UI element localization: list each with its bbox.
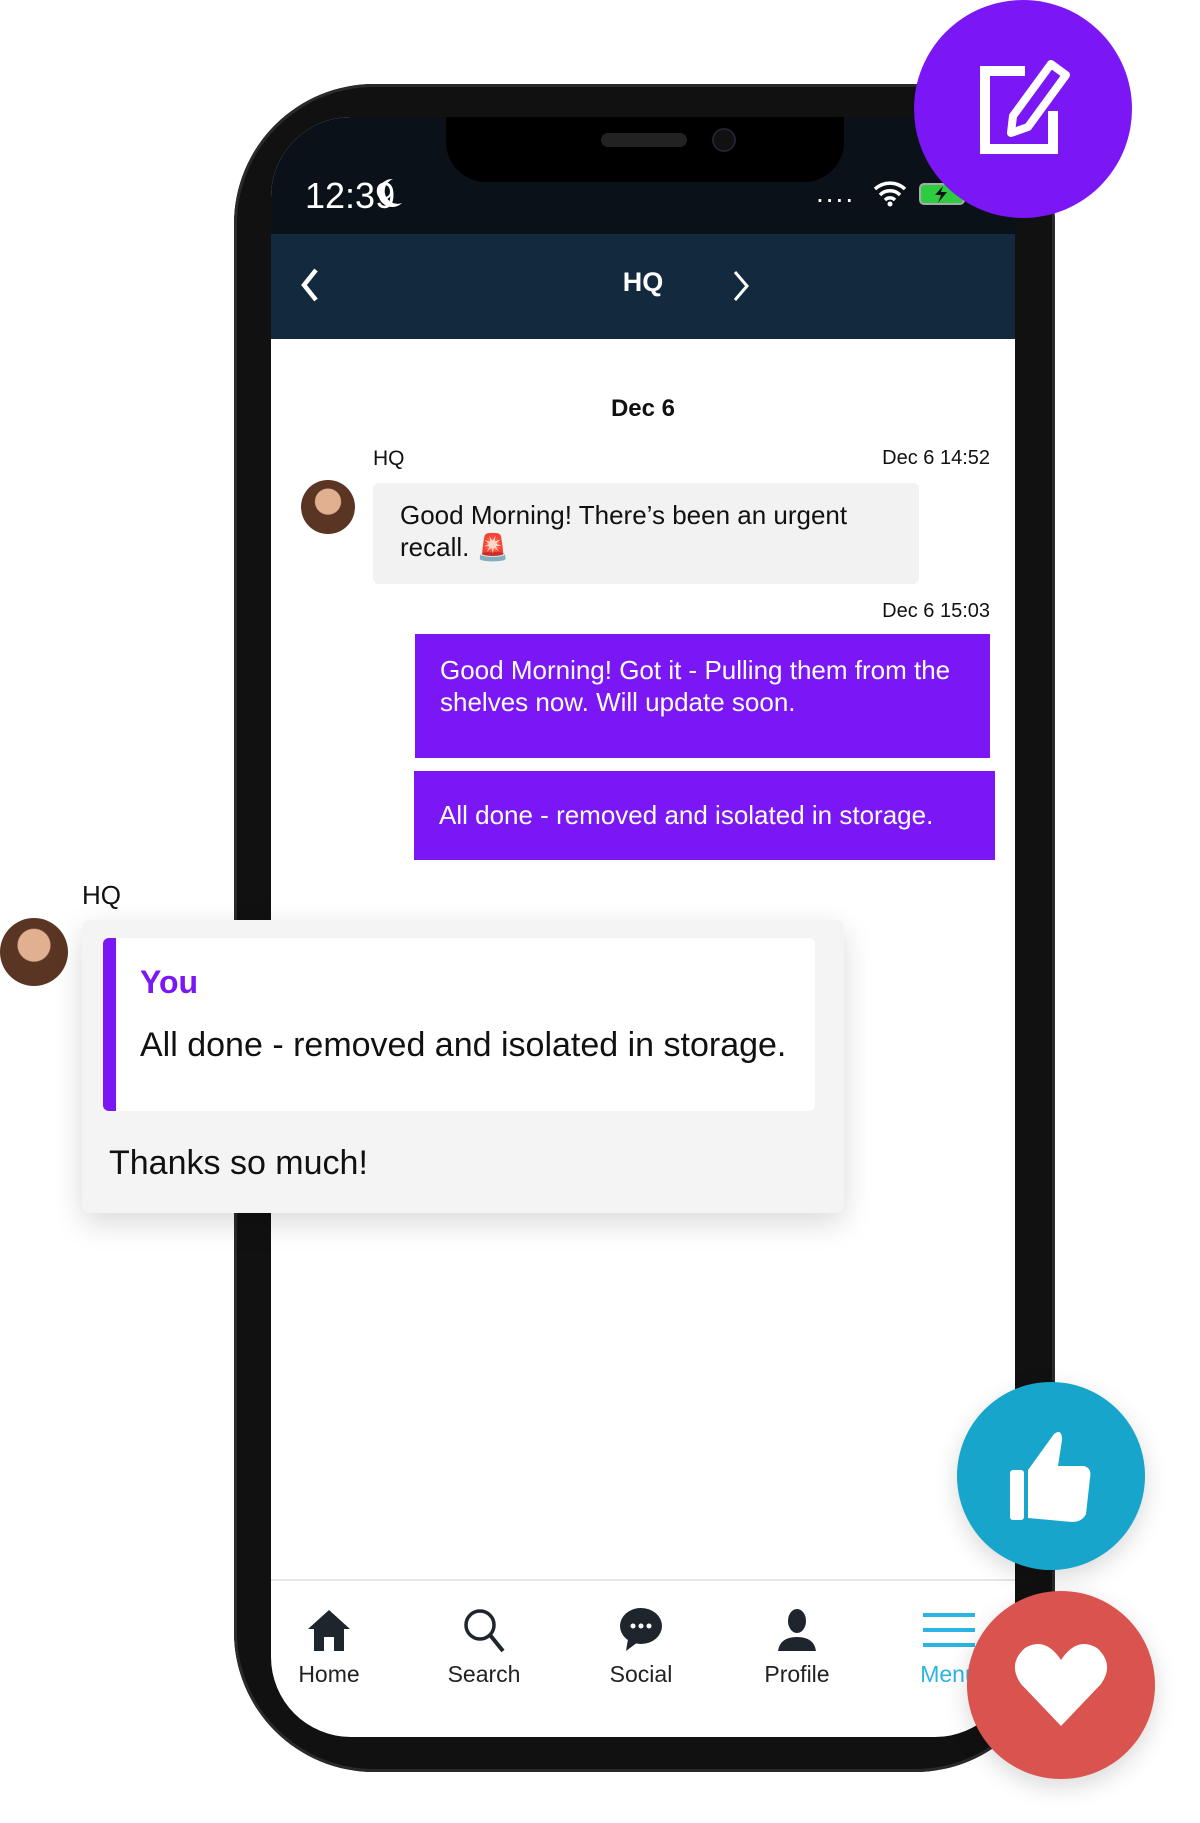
floating-sender-name: HQ: [82, 880, 121, 910]
message-text: Good Morning! There’s been an urgent rec…: [400, 500, 848, 562]
sender-name: HQ: [373, 447, 405, 470]
heart-button[interactable]: [967, 1591, 1155, 1779]
nav-profile[interactable]: Profile: [737, 1607, 857, 1688]
thumbs-up-icon: [1010, 1432, 1091, 1522]
notch: [446, 117, 844, 182]
quote-author: You: [140, 964, 199, 1000]
outgoing-message-bubble: Good Morning! Got it - Pulling them from…: [415, 634, 990, 758]
nav-search[interactable]: Search: [424, 1607, 544, 1688]
nav-label: Social: [609, 1661, 673, 1687]
nav-label: Home: [298, 1661, 360, 1687]
like-button[interactable]: [957, 1382, 1145, 1570]
nav-label: Search: [447, 1661, 521, 1687]
heart-icon: [1014, 1644, 1108, 1726]
home-icon: [308, 1610, 350, 1651]
compose-button[interactable]: [914, 0, 1132, 218]
quoted-message: You All done - removed and isolated in s…: [103, 938, 815, 1111]
nav-label: Profile: [764, 1661, 830, 1687]
reply-card: You All done - removed and isolated in s…: [82, 920, 844, 1213]
signal-dots: ....: [816, 177, 856, 208]
speaker: [601, 133, 687, 147]
nav-home[interactable]: Home: [271, 1607, 389, 1688]
search-icon: [464, 1609, 505, 1653]
outgoing-message-bubble: All done - removed and isolated in stora…: [414, 771, 995, 860]
wifi-icon: [873, 181, 907, 207]
chevron-right-icon[interactable]: [731, 269, 751, 303]
message-timestamp: Dec 6 15:03: [882, 600, 990, 622]
avatar: [0, 918, 68, 986]
chat-title[interactable]: HQ: [271, 267, 1015, 298]
message-text: Good Morning! Got it - Pulling them from…: [440, 655, 951, 717]
incoming-message-bubble: Good Morning! There’s been an urgent rec…: [373, 483, 919, 584]
message-text: All done - removed and isolated in stora…: [439, 800, 934, 830]
reply-text: Thanks so much!: [109, 1144, 368, 1182]
status-bar: 12:39 ....: [271, 117, 1015, 234]
hamburger-menu-icon: [923, 1613, 975, 1647]
chat-bubble-icon: [620, 1608, 662, 1651]
nav-divider: [271, 1579, 1015, 1581]
chat-header: HQ: [271, 234, 1015, 339]
date-divider: Dec 6: [610, 395, 676, 422]
person-icon: [778, 1609, 816, 1651]
camera: [712, 128, 736, 152]
quote-text: All done - removed and isolated in stora…: [140, 1026, 787, 1064]
nav-social[interactable]: Social: [581, 1607, 701, 1688]
message-timestamp: Dec 6 14:52: [882, 447, 990, 469]
edit-icon: [980, 60, 1070, 154]
avatar[interactable]: [301, 480, 355, 534]
moon-icon: [378, 178, 402, 207]
